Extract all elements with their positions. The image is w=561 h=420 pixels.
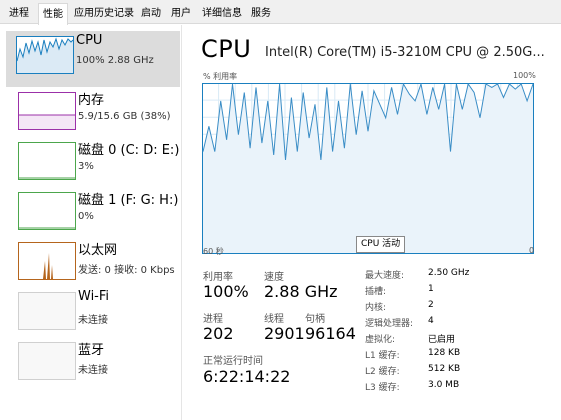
speed-value: 2.88 GHz xyxy=(264,282,338,301)
sidebar-item-disk-1[interactable]: 磁盘 1 (F: G: H:) 0% xyxy=(8,187,180,237)
sidebar-item-subtitle: 发送: 0 接收: 0 Kbps xyxy=(78,265,175,276)
cores-label: 内核: xyxy=(365,303,387,313)
tab-details[interactable]: 详细信息 xyxy=(198,5,246,24)
sidebar-item-subtitle: 0% xyxy=(78,211,94,222)
sidebar-item-subtitle: 3% xyxy=(78,161,94,172)
sidebar-item-label: Wi-Fi xyxy=(78,289,110,304)
tab-services[interactable]: 服务 xyxy=(248,5,274,24)
tab-startup[interactable]: 启动 xyxy=(138,5,164,24)
threads-label: 线程 xyxy=(264,314,284,325)
max-speed-label: 最大速度: xyxy=(365,271,405,281)
sidebar: CPU 100% 2.88 GHz 内存 5.9/15.6 GB (38%) 磁… xyxy=(0,25,182,420)
bluetooth-thumbnail-graph xyxy=(18,342,76,380)
sidebar-item-subtitle: 100% 2.88 GHz xyxy=(76,55,154,66)
l1-cache-label: L1 缓存: xyxy=(365,351,400,361)
cpu-thumbnail-graph xyxy=(16,36,74,74)
sidebar-item-cpu[interactable]: CPU 100% 2.88 GHz xyxy=(6,31,180,87)
tab-users[interactable]: 用户 xyxy=(168,5,194,24)
virtualization-label: 虚拟化: xyxy=(365,335,396,345)
sidebar-item-label: 磁盘 1 (F: G: H:) xyxy=(78,193,179,208)
uptime-label: 正常运行时间 xyxy=(203,356,263,367)
cpu-detail-panel: CPU Intel(R) Core(TM) i5-3210M CPU @ 2.5… xyxy=(183,25,561,420)
sidebar-item-wifi[interactable]: Wi-Fi 未连接 xyxy=(8,287,180,337)
memory-thumbnail-graph xyxy=(18,92,76,130)
max-speed-value: 2.50 GHz xyxy=(428,268,470,278)
logical-processors-label: 逻辑处理器: xyxy=(365,319,414,329)
sidebar-item-disk-0[interactable]: 磁盘 0 (C: D: E:) 3% xyxy=(8,137,180,187)
tab-processes[interactable]: 进程 xyxy=(6,5,32,24)
uptime-value: 6:22:14:22 xyxy=(203,367,291,386)
tab-performance[interactable]: 性能 xyxy=(38,3,68,25)
cpu-activity-tooltip: CPU 活动 xyxy=(356,236,406,253)
sidebar-item-label: 以太网 xyxy=(78,243,118,258)
virtualization-value: 已启用 xyxy=(428,335,456,345)
graph-x-end-label: 0 xyxy=(529,246,535,255)
page-title: CPU xyxy=(201,35,252,63)
sidebar-item-label: 磁盘 0 (C: D: E:) xyxy=(78,143,180,158)
tab-app-history[interactable]: 应用历史记录 xyxy=(72,5,136,24)
sockets-value: 1 xyxy=(428,284,434,294)
logical-processors-value: 4 xyxy=(428,316,434,326)
disk-1-thumbnail-graph xyxy=(18,192,76,230)
utilization-value: 100% xyxy=(203,282,249,301)
sockets-label: 插槽: xyxy=(365,287,387,297)
speed-label: 速度 xyxy=(264,272,284,283)
cpu-utilization-graph xyxy=(202,83,534,254)
ethernet-thumbnail-graph xyxy=(18,242,76,280)
sidebar-item-label: 蓝牙 xyxy=(78,343,105,358)
sidebar-item-memory[interactable]: 内存 5.9/15.6 GB (38%) xyxy=(8,87,180,137)
sidebar-item-subtitle: 未连接 xyxy=(78,315,108,326)
handles-label: 句柄 xyxy=(305,314,325,325)
utilization-label: 利用率 xyxy=(203,272,233,283)
sidebar-item-ethernet[interactable]: 以太网 发送: 0 接收: 0 Kbps xyxy=(8,237,180,287)
wifi-thumbnail-graph xyxy=(18,292,76,330)
l2-cache-value: 512 KB xyxy=(428,364,461,374)
threads-value: 2901 xyxy=(264,324,305,343)
graph-y-label: % 利用率 xyxy=(203,72,238,81)
l1-cache-value: 128 KB xyxy=(428,348,461,358)
sidebar-item-subtitle: 5.9/15.6 GB (38%) xyxy=(78,111,171,122)
l3-cache-value: 3.0 MB xyxy=(428,380,460,390)
processes-label: 进程 xyxy=(203,314,223,325)
cores-value: 2 xyxy=(428,300,434,310)
sidebar-item-label: 内存 xyxy=(78,93,105,108)
graph-max-label: 100% xyxy=(513,71,536,80)
sidebar-item-label: CPU xyxy=(76,33,103,48)
l3-cache-label: L3 缓存: xyxy=(365,383,400,393)
disk-0-thumbnail-graph xyxy=(18,142,76,180)
processes-value: 202 xyxy=(203,324,234,343)
l2-cache-label: L2 缓存: xyxy=(365,367,400,377)
processor-name: Intel(R) Core(TM) i5-3210M CPU @ 2.50G..… xyxy=(265,45,545,60)
tab-bar: 进程 性能 应用历史记录 启动 用户 详细信息 服务 xyxy=(0,0,561,25)
sidebar-item-bluetooth[interactable]: 蓝牙 未连接 xyxy=(8,337,180,387)
sidebar-item-subtitle: 未连接 xyxy=(78,365,108,376)
handles-value: 96164 xyxy=(305,324,356,343)
graph-x-start-label: 60 秒 xyxy=(203,247,224,256)
